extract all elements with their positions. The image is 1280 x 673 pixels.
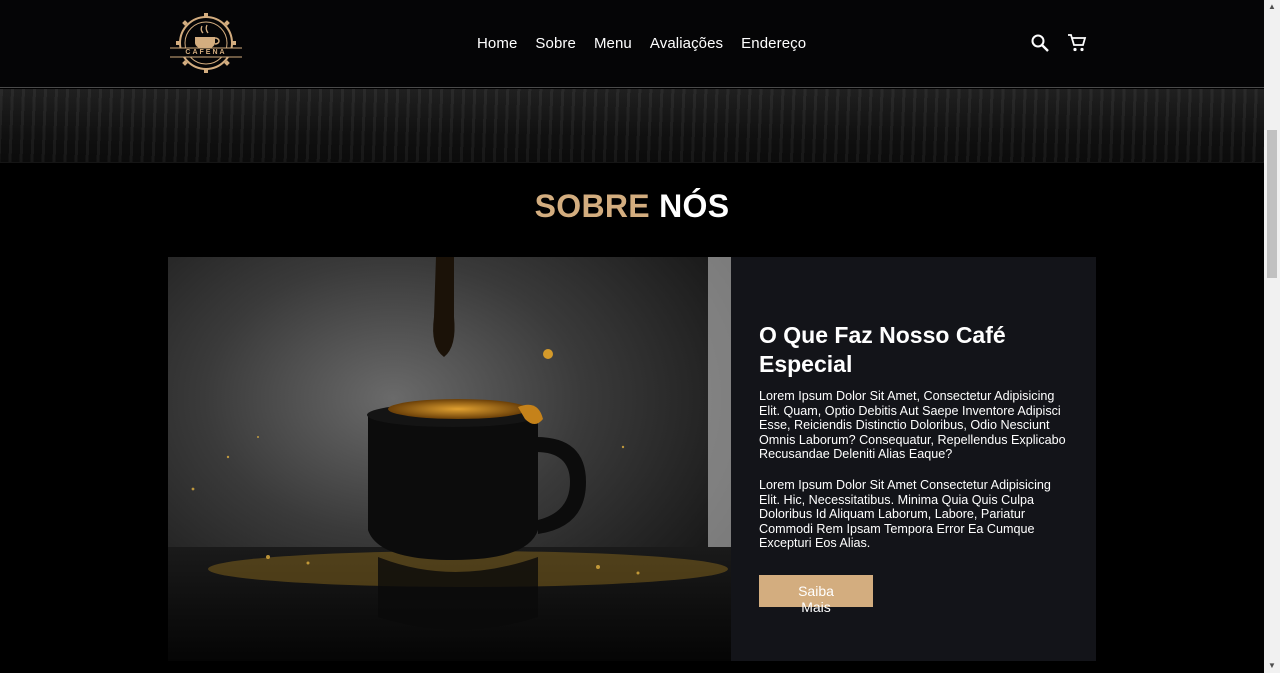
section-title: SOBRE NÓS — [0, 188, 1264, 225]
scroll-down-icon[interactable]: ▼ — [1264, 659, 1280, 673]
nav-endereco[interactable]: Endereço — [741, 35, 806, 52]
about-content: O Que Faz Nosso Café Especial Lorem Ipsu… — [731, 257, 1096, 661]
nav-avaliacoes[interactable]: Avaliações — [650, 35, 723, 52]
nav-home[interactable]: Home — [477, 35, 517, 52]
saiba-mais-button[interactable]: Saiba Mais — [759, 574, 873, 615]
site-header: CAFENA Home Sobre Menu Avaliações Endere… — [0, 0, 1264, 88]
scroll-up-icon[interactable]: ▲ — [1264, 0, 1280, 14]
section-title-accent: SOBRE — [534, 188, 650, 224]
search-icon[interactable] — [1030, 33, 1050, 53]
about-section: O Que Faz Nosso Café Especial Lorem Ipsu… — [168, 257, 1096, 661]
header-icons — [1030, 33, 1087, 53]
scrollbar-thumb[interactable] — [1267, 130, 1277, 278]
main-nav: Home Sobre Menu Avaliações Endereço — [477, 35, 806, 52]
cafena-logo[interactable]: CAFENA — [168, 12, 244, 74]
about-heading: O Que Faz Nosso Café Especial — [759, 322, 1006, 377]
section-title-rest: NÓS — [659, 188, 730, 224]
nav-menu[interactable]: Menu — [594, 35, 632, 52]
logo-text: CAFENA — [185, 49, 227, 56]
cart-icon[interactable] — [1067, 33, 1087, 53]
hero-image-bottom — [0, 89, 1264, 163]
coffee-cup-image — [168, 257, 731, 661]
nav-sobre[interactable]: Sobre — [535, 35, 576, 52]
about-paragraph-1: Lorem Ipsum Dolor Sit Amet, Consectetur … — [759, 389, 1066, 462]
about-paragraph-2: Lorem Ipsum Dolor Sit Amet Consectetur A… — [759, 477, 1051, 551]
page-scrollbar[interactable]: ▲ ▼ — [1264, 0, 1280, 673]
